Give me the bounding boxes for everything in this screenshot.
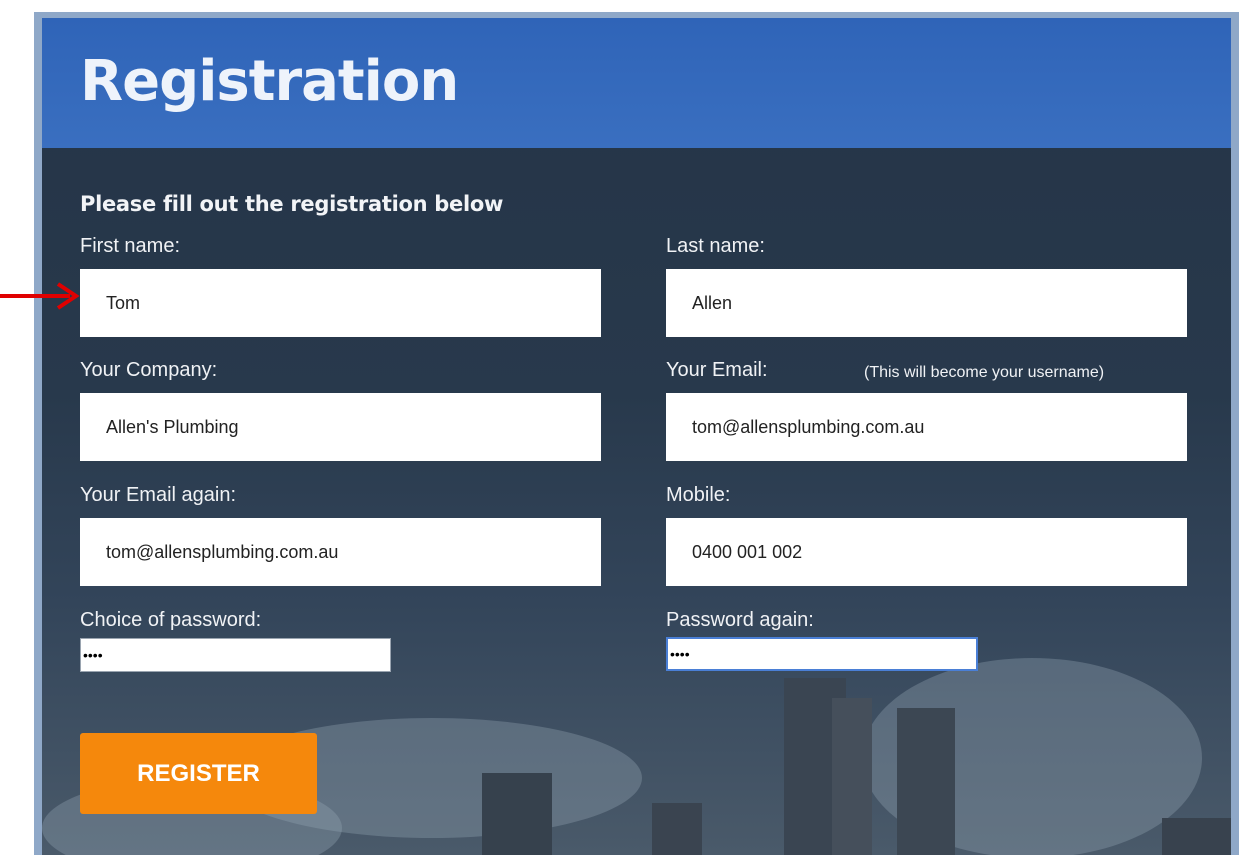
tower-shape <box>482 773 552 855</box>
email-input[interactable] <box>666 393 1187 461</box>
last-name-input[interactable] <box>666 269 1187 337</box>
red-arrow-icon <box>0 282 80 310</box>
email-username-note: (This will become your username) <box>864 364 1105 381</box>
mobile-input[interactable] <box>666 518 1187 586</box>
password-again-label: Password again: <box>666 609 814 631</box>
company-label: Your Company: <box>80 359 218 381</box>
registration-frame: Registration Please fill out the registr… <box>34 12 1239 855</box>
registration-panel: Registration Please fill out the registr… <box>42 18 1231 855</box>
tower-shape <box>897 708 955 855</box>
tower-shape <box>652 803 702 855</box>
header-bar: Registration <box>42 18 1231 148</box>
company-input[interactable] <box>80 393 601 461</box>
page-title: Registration <box>80 49 459 114</box>
email-again-label: Your Email again: <box>80 484 237 506</box>
first-name-label: First name: <box>80 235 181 257</box>
form-subtitle: Please fill out the registration below <box>80 192 504 216</box>
password-input[interactable] <box>80 638 391 672</box>
register-button[interactable]: REGISTER <box>80 733 317 814</box>
tower-shape <box>1162 818 1231 855</box>
email-label: Your Email: <box>666 359 768 381</box>
email-again-input[interactable] <box>80 518 601 586</box>
password-again-input[interactable] <box>666 637 978 671</box>
password-label: Choice of password: <box>80 609 262 631</box>
mobile-label: Mobile: <box>666 484 731 506</box>
tower-shape <box>832 698 872 855</box>
last-name-label: Last name: <box>666 235 765 257</box>
first-name-input[interactable] <box>80 269 601 337</box>
